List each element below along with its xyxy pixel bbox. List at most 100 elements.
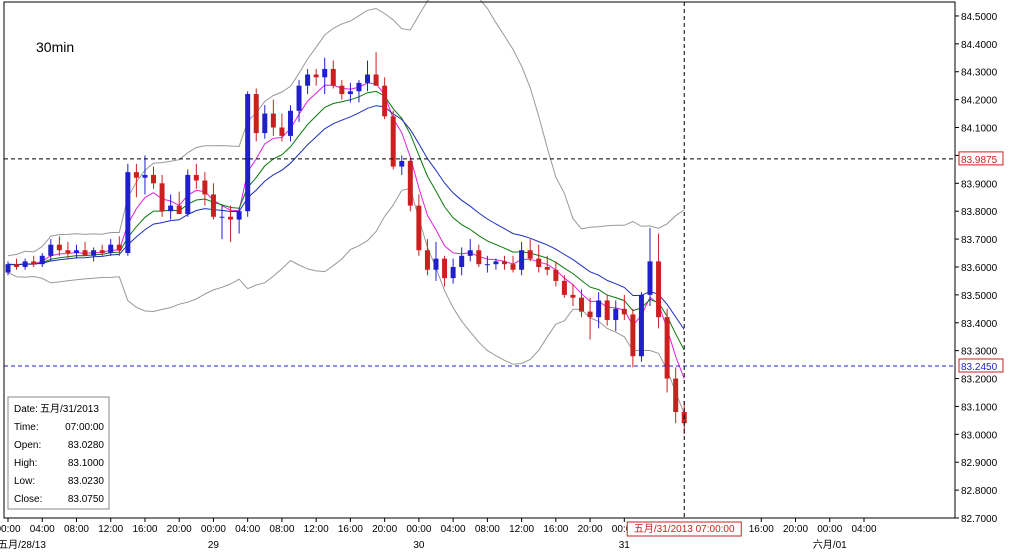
candle-body (322, 68, 328, 78)
candle-body (664, 317, 670, 379)
x-tick-label: 16:00 (543, 524, 568, 535)
y-tick-label: 83.8000 (961, 207, 998, 218)
date-label: 五月/28/13 (0, 539, 46, 551)
x-tick-label: 20:00 (372, 524, 397, 535)
candle-body (31, 261, 37, 265)
candle-body (382, 85, 388, 117)
x-tick-label: 12:00 (304, 524, 329, 535)
x-tick-label: 00:00 (201, 524, 226, 535)
x-tick-label: 16:00 (132, 524, 157, 535)
candle-body (245, 94, 251, 212)
candle-body (185, 174, 191, 214)
candle-body (450, 266, 456, 279)
info-high-label: High: (14, 458, 37, 469)
x-tick-label: 12:00 (509, 524, 534, 535)
candle-body (365, 74, 371, 83)
candle-body (262, 113, 268, 134)
candle-body (493, 261, 499, 265)
crosshair-price-blue-label: 83.2450 (961, 362, 998, 373)
chart-svg[interactable]: 84.500084.400084.300084.200084.100084.00… (0, 0, 1015, 555)
candle-body (270, 113, 276, 128)
x-tick-label: 04:00 (441, 524, 466, 535)
candle-body (73, 250, 79, 254)
timeframe-label: 30min (36, 39, 74, 55)
candle-body (330, 68, 336, 86)
x-tick-label: 00:00 (406, 524, 431, 535)
candle-body (313, 74, 319, 78)
candle-body (116, 244, 122, 251)
info-date-value: 五月/31/2013 (40, 403, 99, 415)
date-label: 29 (208, 540, 220, 551)
candle-body (133, 172, 139, 178)
x-tick-label: 12:00 (98, 524, 123, 535)
candle-body (91, 250, 97, 256)
x-tick-label: 08:00 (269, 524, 294, 535)
candle-body (587, 311, 593, 318)
info-high-value: 83.1000 (68, 458, 105, 469)
y-tick-label: 82.7000 (961, 514, 998, 525)
y-tick-label: 84.3000 (961, 68, 998, 79)
candle-body (228, 216, 234, 220)
candle-body (476, 250, 482, 265)
candle-body (142, 174, 148, 178)
candle-body (484, 264, 490, 266)
info-close-value: 83.0750 (68, 494, 105, 505)
date-label: 六月/01 (813, 539, 847, 551)
candle-body (536, 258, 542, 267)
candle-body (159, 183, 165, 212)
y-tick-label: 83.6000 (961, 263, 998, 274)
candle-body (604, 300, 610, 320)
candle-body (647, 261, 653, 295)
candle-body (656, 261, 662, 318)
candle-body (151, 174, 157, 184)
candle-body (519, 250, 525, 270)
info-open-label: Open: (14, 440, 41, 451)
candle-body (638, 294, 644, 357)
candle-body (253, 94, 259, 134)
y-tick-label: 83.3000 (961, 347, 998, 358)
candle-body (339, 85, 345, 95)
candle-body (621, 308, 627, 315)
candle-body (5, 264, 11, 273)
x-tick-label: 20:00 (783, 524, 808, 535)
y-tick-label: 83.5000 (961, 291, 998, 302)
candle-body (510, 264, 516, 270)
crosshair-price-red-label: 83.9875 (961, 155, 998, 166)
candle-body (296, 85, 302, 111)
candle-body (287, 110, 293, 136)
candle-body (596, 300, 602, 318)
candle-body (305, 74, 311, 86)
candle-body (501, 261, 507, 265)
y-tick-label: 84.5000 (961, 12, 998, 23)
info-time-value: 07:00:00 (65, 422, 104, 433)
candle-body (219, 216, 225, 218)
candle-body (82, 250, 88, 256)
crosshair-time-label: 五月/31/2013 07:00:00 (634, 523, 735, 535)
candle-body (570, 294, 576, 298)
y-tick-label: 84.2000 (961, 96, 998, 107)
candle-body (193, 174, 199, 181)
candle-body (373, 74, 379, 86)
x-tick-label: 16:00 (749, 524, 774, 535)
candle-body (613, 308, 619, 320)
candle-body (168, 205, 174, 212)
candle-body (356, 82, 362, 92)
candle-body (399, 160, 405, 167)
date-label: 30 (413, 540, 425, 551)
ohlc-info-box: Date: 五月/31/2013 Time: 07:00:00 Open: 83… (7, 396, 110, 510)
date-label: 31 (619, 540, 631, 551)
x-tick-label: 00:00 (0, 524, 21, 535)
info-low-label: Low: (14, 476, 35, 487)
price-chart[interactable]: 84.500084.400084.300084.200084.100084.00… (0, 0, 1015, 555)
info-date-label: Date: (14, 404, 38, 415)
candle-body (236, 211, 242, 220)
x-tick-label: 04:00 (851, 524, 876, 535)
chart-background (0, 0, 1015, 555)
x-tick-label: 20:00 (578, 524, 603, 535)
candle-body (407, 160, 413, 206)
candle-body (433, 258, 439, 270)
info-open-value: 83.0280 (68, 440, 105, 451)
candle-body (630, 314, 636, 357)
info-time-label: Time: (14, 422, 39, 433)
y-tick-label: 83.9000 (961, 179, 998, 190)
